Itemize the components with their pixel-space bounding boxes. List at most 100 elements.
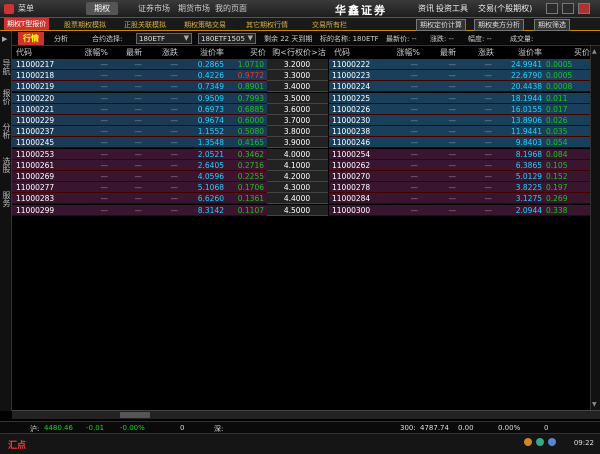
table-row[interactable]: 11000217 — — — 0.2865 1.0710 3.2000 11000222 — — —… — [12, 59, 590, 70]
col-latest[interactable]: 最新 — [108, 47, 142, 58]
subnav-pricing-calc[interactable]: 期权定价计算 — [416, 19, 466, 31]
menu-news[interactable]: 资讯 — [418, 3, 434, 14]
subnav-t-quote[interactable]: 期权T型报价 — [4, 18, 50, 30]
table-row[interactable]: 11000269 — — — 4.0596 0.2255 4.2000 11000270 — — —… — [12, 171, 590, 182]
tab-analysis[interactable]: 分析 — [54, 34, 68, 44]
call-code[interactable]: 11000269 — [16, 172, 64, 181]
col-change-put[interactable]: 涨跌 — [456, 47, 494, 58]
table-row[interactable]: 11000261 — — — 2.6405 0.2716 4.1000 11000262 — — —… — [12, 159, 590, 171]
sidebar-item-stock-pick[interactable]: 选股 — [1, 157, 11, 173]
col-change-pct[interactable]: 涨幅% — [68, 47, 108, 58]
minimize-icon[interactable] — [546, 3, 558, 14]
call-code[interactable]: 11000217 — [16, 60, 64, 69]
tab-securities[interactable]: 证券市场 — [138, 3, 170, 14]
col-change[interactable]: 涨跌 — [142, 47, 178, 58]
put-code[interactable]: 11000222 — [332, 60, 380, 69]
table-row[interactable]: 11000218 — — — 0.4226 0.9772 3.3000 11000223 — — —… — [12, 70, 590, 82]
col-code-put[interactable]: 代码 — [334, 47, 374, 58]
call-premium: 5.1068 — [197, 183, 224, 193]
tab-quote[interactable]: 行情 — [18, 32, 44, 45]
col-bid[interactable]: 买价 — [224, 47, 266, 58]
subnav-exchange[interactable]: 交易所有栏 — [312, 20, 347, 30]
sidebar-item-nav[interactable]: 导航 — [1, 59, 11, 75]
sidebar-item-quote[interactable]: 报价 — [1, 89, 11, 105]
call-code[interactable]: 11000253 — [16, 150, 64, 159]
vertical-scrollbar[interactable]: ▲ ▼ — [590, 46, 600, 410]
call-code[interactable]: 11000221 — [16, 105, 64, 114]
call-code[interactable]: 11000237 — [16, 127, 64, 136]
call-code[interactable]: 11000229 — [16, 116, 64, 125]
call-change: — — [170, 93, 179, 103]
call-change: — — [170, 71, 179, 81]
put-code[interactable]: 11000300 — [332, 206, 380, 215]
table-row[interactable]: 11000253 — — — 2.0521 0.3462 4.0000 11000254 — — —… — [12, 148, 590, 160]
call-code[interactable]: 11000220 — [16, 94, 64, 103]
menu-tools[interactable]: 投资工具 — [436, 3, 468, 14]
maximize-icon[interactable] — [562, 3, 574, 14]
month-select[interactable]: 180ETF1505 ▼ — [198, 33, 256, 44]
col-bid-put[interactable]: 买价 — [544, 47, 590, 58]
put-code[interactable]: 11000225 — [332, 94, 380, 103]
put-code[interactable]: 11000226 — [332, 105, 380, 114]
col-latest-put[interactable]: 最新 — [420, 47, 456, 58]
col-strike[interactable]: 购<行权价>沽 — [268, 47, 330, 58]
subnav-other-quotes[interactable]: 其它期权行情 — [246, 20, 288, 30]
table-row[interactable]: 11000283 — — — 6.6260 0.1361 4.4000 11000284 — — —… — [12, 193, 590, 205]
put-code[interactable]: 11000278 — [332, 183, 380, 192]
call-code[interactable]: 11000245 — [16, 138, 64, 147]
subnav-stock-option-sim[interactable]: 股票期权模拟 — [64, 20, 106, 30]
tab-futures[interactable]: 期货市场 — [178, 3, 210, 14]
strike-price: 4.5000 — [283, 205, 311, 215]
call-code[interactable]: 11000261 — [16, 161, 64, 170]
put-code[interactable]: 11000224 — [332, 82, 380, 91]
put-code[interactable]: 11000230 — [332, 116, 380, 125]
table-row[interactable]: 11000221 — — — 0.6973 0.6885 3.6000 11000226 — — —… — [12, 103, 590, 115]
put-bid: 0.011 — [546, 93, 568, 103]
subnav-underlying-sim[interactable]: 正股关联模拟 — [124, 20, 166, 30]
call-code[interactable]: 11000277 — [16, 183, 64, 192]
menu-button[interactable]: 菜单 — [18, 3, 34, 14]
call-code[interactable]: 11000219 — [16, 82, 64, 91]
put-code[interactable]: 11000284 — [332, 194, 380, 203]
table-row[interactable]: 11000299 — — — 8.3142 0.1107 4.5000 11000300 — — —… — [12, 204, 590, 216]
table-row[interactable]: 11000220 — — — 0.9509 0.7993 3.5000 11000225 — — —… — [12, 92, 590, 104]
col-premium[interactable]: 溢价率 — [180, 47, 224, 58]
underlying-name: 标的名称: 180ETF — [320, 35, 379, 43]
table-row[interactable]: 11000229 — — — 0.9674 0.6000 3.7000 11000230 — — —… — [12, 115, 590, 126]
huidian-logo[interactable]: 汇点 — [8, 438, 26, 451]
table-row[interactable]: 11000237 — — — 1.1552 0.5080 3.8000 11000238 — — —… — [12, 126, 590, 138]
col-premium-put[interactable]: 溢价率 — [496, 47, 542, 58]
scroll-thumb[interactable] — [120, 412, 150, 418]
horizontal-scrollbar[interactable] — [12, 410, 600, 419]
col-code[interactable]: 代码 — [16, 47, 56, 58]
put-code[interactable]: 11000254 — [332, 150, 380, 159]
table-row[interactable]: 11000277 — — — 5.1068 0.1706 4.3000 11000278 — — —… — [12, 182, 590, 194]
expand-arrow-icon[interactable]: ▶ — [2, 35, 7, 43]
put-code[interactable]: 11000223 — [332, 71, 380, 80]
call-code[interactable]: 11000218 — [16, 71, 64, 80]
scroll-down-icon[interactable]: ▼ — [592, 401, 597, 408]
col-change-pct-put[interactable]: 涨幅% — [378, 47, 420, 58]
tab-my-page[interactable]: 我的页面 — [215, 3, 247, 14]
put-code[interactable]: 11000262 — [332, 161, 380, 170]
bell-icon[interactable] — [524, 438, 532, 446]
table-row[interactable]: 11000245 — — — 1.3548 0.4165 3.9000 11000246 — — —… — [12, 137, 590, 149]
close-icon[interactable] — [578, 3, 590, 14]
call-code[interactable]: 11000299 — [16, 206, 64, 215]
put-code[interactable]: 11000270 — [332, 172, 380, 181]
subnav-strategy-trade[interactable]: 期权策略交易 — [184, 20, 226, 30]
strike-price: 3.4000 — [283, 82, 311, 92]
put-code[interactable]: 11000246 — [332, 138, 380, 147]
table-row[interactable]: 11000219 — — — 0.7349 0.8901 3.4000 11000224 — — —… — [12, 81, 590, 93]
put-code[interactable]: 11000238 — [332, 127, 380, 136]
sound-icon[interactable] — [548, 438, 556, 446]
subnav-option-filter[interactable]: 期权筛选 — [534, 19, 570, 31]
menu-trade[interactable]: 交易(个股期权) — [478, 3, 532, 14]
sidebar-item-service[interactable]: 服务 — [1, 191, 11, 207]
scroll-up-icon[interactable]: ▲ — [592, 48, 597, 55]
tab-options[interactable]: 期权 — [86, 2, 118, 15]
contract-select[interactable]: 180ETF ▼ — [136, 33, 192, 44]
subnav-seller-analysis[interactable]: 期权卖方分析 — [474, 19, 524, 31]
call-code[interactable]: 11000283 — [16, 194, 64, 203]
sidebar-item-analysis[interactable]: 分析 — [1, 123, 11, 139]
